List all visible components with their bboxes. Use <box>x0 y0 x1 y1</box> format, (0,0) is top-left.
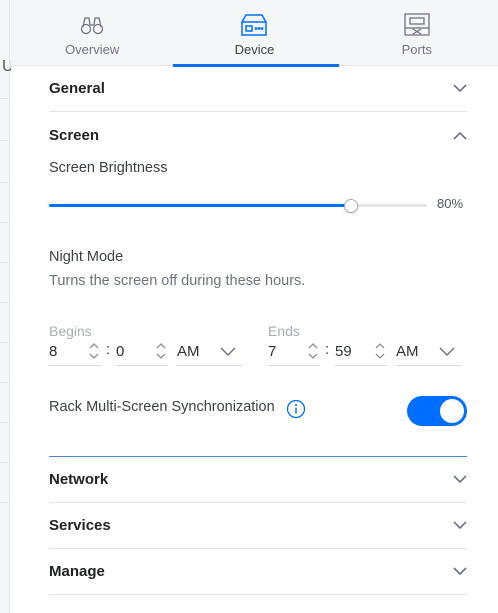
ends-ampm-select[interactable]: AM <box>396 338 461 366</box>
chevron-down-icon <box>453 565 467 579</box>
stepper-icon[interactable] <box>308 342 318 360</box>
stepper-icon[interactable] <box>375 342 385 360</box>
toggle-knob <box>440 399 464 423</box>
background-divider <box>0 462 10 463</box>
time-separator: : <box>325 341 330 358</box>
background-divider <box>0 342 10 343</box>
ends-ampm-value: AM <box>396 343 419 360</box>
begins-minute-value: 0 <box>116 343 125 360</box>
begins-minute-input[interactable]: 0 <box>116 338 168 366</box>
section-title: Services <box>49 517 111 534</box>
brightness-slider-fill <box>49 204 351 207</box>
begins-ampm-select[interactable]: AM <box>177 338 242 366</box>
binoculars-icon <box>78 12 106 38</box>
tab-bar: Overview Device Ports <box>11 0 498 67</box>
night-mode-title: Night Mode <box>49 249 124 265</box>
tab-device[interactable]: Device <box>173 0 340 67</box>
time-separator: : <box>106 341 111 358</box>
background-divider <box>0 262 10 263</box>
tab-overview[interactable]: Overview <box>11 0 173 66</box>
chevron-down-icon <box>439 347 455 357</box>
section-screen[interactable]: Screen <box>49 112 467 158</box>
tab-ports[interactable]: Ports <box>336 0 498 66</box>
ends-minute-value: 59 <box>335 343 352 360</box>
chevron-down-icon <box>220 347 236 357</box>
rack-sync-label: Rack Multi-Screen Synchronization <box>49 399 275 415</box>
device-settings-panel: Overview Device Ports General Screen Scr… <box>11 0 498 613</box>
brightness-slider-track[interactable] <box>49 204 427 207</box>
chevron-down-icon <box>453 473 467 487</box>
info-icon[interactable] <box>286 399 306 419</box>
background-page-strip: U <box>0 0 14 613</box>
section-title: Manage <box>49 563 105 580</box>
ports-icon <box>403 12 431 38</box>
collapsed-sections: Network Services Manage <box>49 457 467 595</box>
section-network[interactable]: Network <box>49 457 467 503</box>
section-title: Screen <box>49 126 100 144</box>
night-mode-description: Turns the screen off during these hours. <box>49 273 306 289</box>
begins-hour-value: 8 <box>49 343 58 360</box>
chevron-down-icon <box>453 519 467 533</box>
chevron-up-icon <box>453 128 467 142</box>
section-services[interactable]: Services <box>49 503 467 549</box>
background-divider <box>0 502 10 503</box>
tab-label: Device <box>234 42 275 57</box>
section-manage[interactable]: Manage <box>49 549 467 595</box>
brightness-label: Screen Brightness <box>49 160 168 176</box>
brightness-value: 80% <box>437 196 464 211</box>
background-divider <box>0 422 10 423</box>
section-general[interactable]: General <box>49 66 467 112</box>
stepper-icon[interactable] <box>89 342 99 360</box>
background-divider <box>0 140 10 141</box>
begins-label: Begins <box>49 323 92 339</box>
tab-label: Ports <box>401 42 432 57</box>
begins-ampm-value: AM <box>177 343 200 360</box>
ends-minute-input[interactable]: 59 <box>335 338 387 366</box>
section-title: Network <box>49 471 109 488</box>
ends-hour-input[interactable]: 7 <box>268 338 320 366</box>
brightness-slider-thumb[interactable] <box>344 199 358 213</box>
device-icon <box>240 12 268 38</box>
ends-hour-value: 7 <box>268 343 277 360</box>
settings-content: General Screen <box>49 66 467 158</box>
ends-label: Ends <box>268 323 300 339</box>
background-divider <box>0 98 10 99</box>
chevron-down-icon <box>453 82 467 96</box>
tab-label: Overview <box>65 42 120 57</box>
background-divider <box>0 382 10 383</box>
begins-hour-input[interactable]: 8 <box>49 338 101 366</box>
section-title: General <box>49 80 105 97</box>
background-divider <box>0 222 10 223</box>
background-divider <box>0 182 10 183</box>
rack-sync-toggle[interactable] <box>407 396 467 426</box>
background-divider <box>0 302 10 303</box>
stepper-icon[interactable] <box>156 342 166 360</box>
